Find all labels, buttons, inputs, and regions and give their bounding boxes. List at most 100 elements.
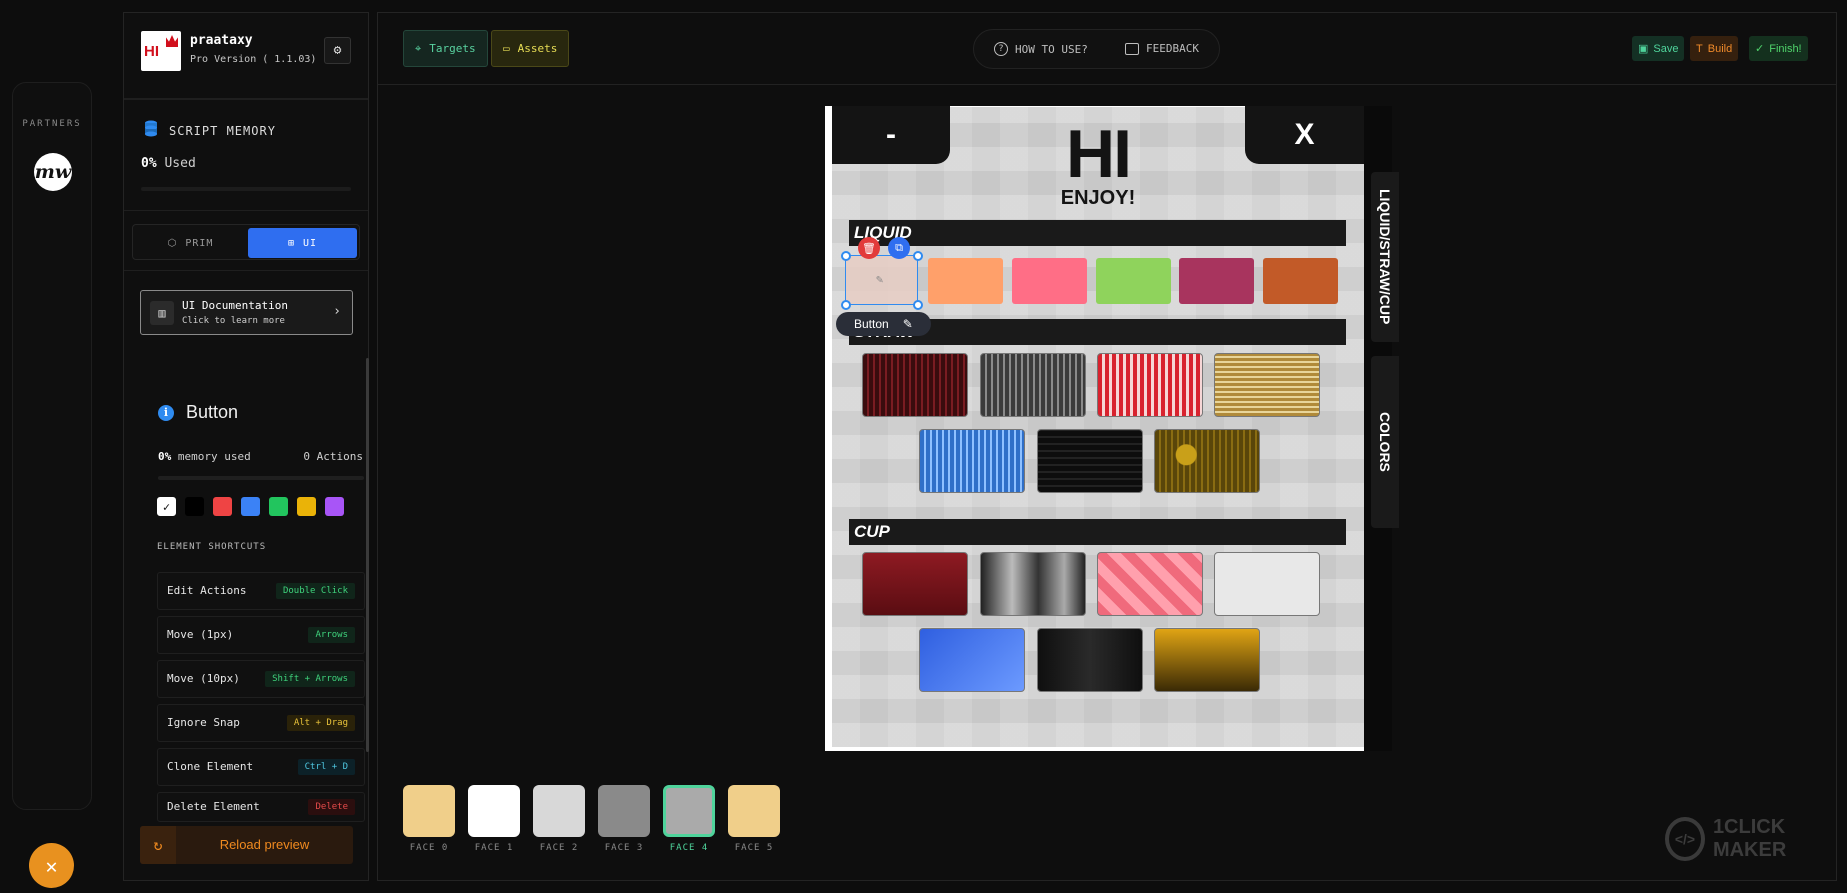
straw-texture-black[interactable] <box>1037 429 1143 493</box>
mode-toggle: ⬡ PRIM ⊞ UI <box>124 211 368 271</box>
element-memory: 0% memory used <box>158 450 251 463</box>
wrench-icon: ✕ <box>45 853 58 878</box>
liquid-color-tile[interactable] <box>1179 258 1254 304</box>
targets-button[interactable]: ⌖ Targets <box>403 30 488 67</box>
selected-element-name: Button <box>854 317 889 331</box>
cup-texture-chrome[interactable] <box>980 552 1086 616</box>
folder-icon: ▭ <box>503 42 510 55</box>
shortcut-label: Ignore Snap <box>167 716 240 729</box>
save-button[interactable]: ▣ Save <box>1632 36 1685 61</box>
layout-icon: ⊞ <box>287 237 295 249</box>
color-swatch[interactable] <box>185 497 204 516</box>
trash-icon[interactable]: 🗑 <box>858 237 880 259</box>
shortcut-edit-actions: Edit Actions Double Click <box>157 572 365 610</box>
face-thumbnail[interactable] <box>728 785 780 837</box>
face-label: FACE 4 <box>669 843 709 853</box>
crown-icon <box>166 35 178 47</box>
straw-texture-blue[interactable] <box>919 429 1025 493</box>
shortcut-key: Double Click <box>275 583 355 599</box>
element-memory-bar <box>158 476 364 480</box>
liquid-color-tile[interactable] <box>928 258 1003 304</box>
hammer-icon: T <box>1696 42 1703 55</box>
ui-doc-subtitle: Click to learn more <box>182 316 285 326</box>
hud-subheading: ENJOY! <box>1060 187 1136 209</box>
how-to-use-button[interactable]: ? HOW TO USE? <box>994 42 1088 56</box>
partners-rail: PARTNERS mw <box>12 82 92 810</box>
side-tab-liquid-straw-cup[interactable]: LIQUID/STRAW/CUP <box>1371 172 1399 342</box>
cup-texture-black[interactable] <box>1037 628 1143 692</box>
tools-button[interactable]: ✕ <box>29 843 74 888</box>
mode-prim-button[interactable]: ⬡ PRIM <box>136 228 245 258</box>
straw-texture-silver[interactable] <box>980 353 1086 417</box>
cup-texture-white[interactable] <box>1214 552 1320 616</box>
face-label: FACE 5 <box>734 843 774 853</box>
app-logo-text: HI <box>144 43 159 60</box>
color-swatch[interactable] <box>269 497 288 516</box>
ui-documentation-link[interactable]: ▥ UI Documentation Click to learn more › <box>140 290 353 335</box>
app-logo: HI <box>141 31 181 71</box>
selected-element-label[interactable]: Button ✎ <box>836 312 931 336</box>
shortcuts-title: ELEMENT SHORTCUTS <box>157 542 267 552</box>
shortcut-ignore-snap: Ignore Snap Alt + Drag <box>157 704 365 742</box>
face-label: FACE 3 <box>604 843 644 853</box>
finish-label: Finish! <box>1769 42 1802 55</box>
assets-button[interactable]: ▭ Assets <box>491 30 570 67</box>
shortcut-label: Move (10px) <box>167 672 240 685</box>
panel-scrollbar[interactable] <box>366 358 369 752</box>
color-swatch[interactable] <box>241 497 260 516</box>
cup-texture-pink[interactable] <box>1097 552 1203 616</box>
color-swatch[interactable]: ✓ <box>157 497 176 516</box>
liquid-color-tile[interactable] <box>1012 258 1087 304</box>
shortcut-move-1px: Move (1px) Arrows <box>157 616 365 654</box>
code-icon: </> <box>1665 817 1705 861</box>
color-swatch[interactable] <box>297 497 316 516</box>
cup-texture-gold[interactable] <box>1154 628 1260 692</box>
copy-icon[interactable]: ⧉ <box>888 237 910 259</box>
color-swatch[interactable] <box>213 497 232 516</box>
reload-preview-button[interactable]: ↻ Reload preview <box>140 826 353 864</box>
straw-texture-candy[interactable] <box>1097 353 1203 417</box>
resize-handle-br[interactable] <box>913 300 923 310</box>
shortcut-label: Move (1px) <box>167 628 234 641</box>
app-name: praataxy <box>190 33 253 48</box>
build-button[interactable]: T Build <box>1690 36 1739 61</box>
memory-used-label: Used <box>164 156 196 171</box>
element-memory-percent: 0% <box>158 450 172 463</box>
watermark: </> 1CLICK MAKER <box>1665 816 1847 862</box>
reload-label: Reload preview <box>219 837 310 852</box>
book-icon: ▥ <box>150 301 174 325</box>
cup-texture-red[interactable] <box>862 552 968 616</box>
info-icon: i <box>158 404 174 421</box>
settings-button[interactable]: ⚙ <box>324 37 351 64</box>
finish-button[interactable]: ✓ Finish! <box>1749 36 1808 61</box>
mode-prim-label: PRIM <box>185 237 214 249</box>
mode-ui-button[interactable]: ⊞ UI <box>248 228 357 258</box>
face-thumbnail[interactable] <box>533 785 585 837</box>
face-thumbnail[interactable] <box>663 785 715 837</box>
face-thumbnail[interactable] <box>598 785 650 837</box>
selected-button-element[interactable]: ✎ <box>845 255 918 305</box>
straw-texture-red[interactable] <box>862 353 968 417</box>
liquid-color-tile[interactable] <box>1096 258 1171 304</box>
face-thumbnail[interactable] <box>403 785 455 837</box>
liquid-color-tile[interactable] <box>1263 258 1338 304</box>
shortcut-label: Edit Actions <box>167 584 247 597</box>
face-label: FACE 1 <box>474 843 514 853</box>
preview-canvas[interactable]: HI ENJOY! LIQUID STRAW CUP - X LIQUID/ST… <box>825 106 1399 751</box>
straw-texture-gold[interactable] <box>1214 353 1320 417</box>
pencil-icon: ✎ <box>876 272 884 286</box>
resize-handle-bl[interactable] <box>841 300 851 310</box>
partner-logo-mw[interactable]: mw <box>34 153 72 191</box>
cup-texture-blue[interactable] <box>919 628 1025 692</box>
resize-handle-tl[interactable] <box>841 251 851 261</box>
feedback-button[interactable]: FEEDBACK <box>1125 42 1199 55</box>
straw-texture-gold-dark[interactable] <box>1154 429 1260 493</box>
minimize-hud-button[interactable]: - <box>832 106 950 164</box>
save-label: Save <box>1653 42 1679 55</box>
resize-handle-tr[interactable] <box>913 251 923 261</box>
close-hud-button[interactable]: X <box>1245 106 1364 164</box>
color-swatch[interactable] <box>325 497 344 516</box>
face-thumbnail[interactable] <box>468 785 520 837</box>
side-tab-colors[interactable]: COLORS <box>1371 356 1399 528</box>
partners-label: PARTNERS <box>22 119 82 129</box>
